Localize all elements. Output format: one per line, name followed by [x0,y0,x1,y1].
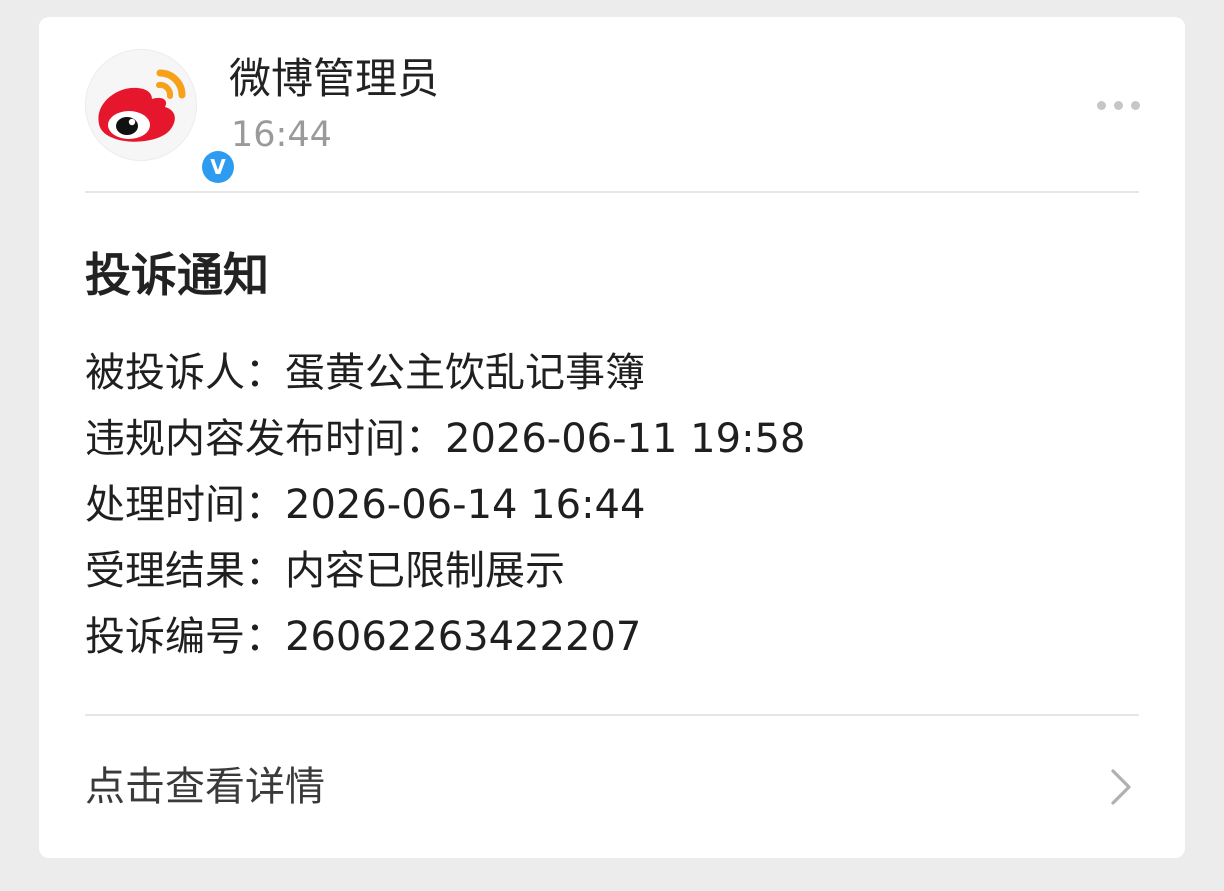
row-label: 被投诉人： [85,350,285,396]
sender-avatar[interactable]: V [85,49,237,186]
row-label: 投诉编号： [85,614,285,660]
notice-title: 投诉通知 [85,248,269,302]
view-details-label: 点击查看详情 [85,764,325,810]
row-value: 蛋黄公主饮乱记事簿 [285,350,645,396]
notice-details: 被投诉人：蛋黄公主饮乱记事簿 违规内容发布时间：2026-06-11 19:58… [85,340,805,670]
result-row: 受理结果：内容已限制展示 [85,538,805,604]
complaint-number-row: 投诉编号：26062263422207 [85,604,805,670]
row-label: 违规内容发布时间： [85,416,445,462]
process-time-row: 处理时间：2026-06-14 16:44 [85,472,805,538]
row-value: 26062263422207 [285,614,642,660]
more-dot [1131,101,1140,110]
verified-v-icon: V [202,151,234,183]
more-dot [1097,101,1106,110]
weibo-logo-icon [98,69,186,142]
row-value: 内容已限制展示 [285,548,565,594]
view-details-link[interactable]: 点击查看详情 [39,717,1185,858]
row-label: 受理结果： [85,548,285,594]
more-icon[interactable] [1093,97,1143,115]
more-dot [1114,101,1123,110]
row-label: 处理时间： [85,482,285,528]
footer-divider [85,714,1139,716]
message-time: 16:44 [231,115,332,155]
chevron-right-icon [1111,769,1131,805]
row-value: 2026-06-11 19:58 [445,416,806,462]
publish-time-row: 违规内容发布时间：2026-06-11 19:58 [85,406,805,472]
notification-card: V 微博管理员 16:44 投诉通知 被投诉人：蛋黄公主饮乱记事簿 违规内容发布… [39,17,1185,858]
complained-user-row: 被投诉人：蛋黄公主饮乱记事簿 [85,340,805,406]
row-value: 2026-06-14 16:44 [285,482,646,528]
header-divider [85,191,1139,193]
sender-name[interactable]: 微博管理员 [229,53,439,105]
message-header: V 微博管理员 16:44 [39,17,1185,192]
